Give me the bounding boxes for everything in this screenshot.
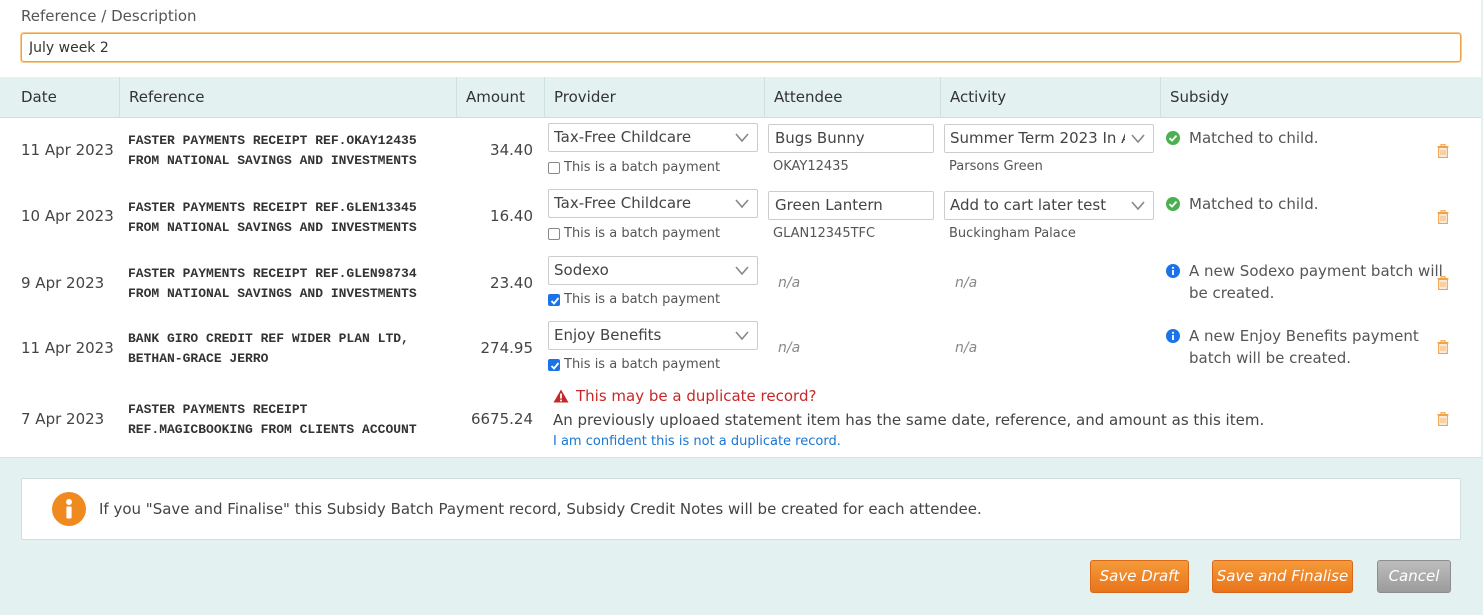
- payments-table-body: 11 Apr 2023 FASTER PAYMENTS RECEIPT REF.…: [0, 118, 1481, 458]
- cancel-button[interactable]: Cancel: [1377, 560, 1451, 593]
- column-header-reference: Reference: [119, 77, 456, 118]
- column-header-amount: Amount: [456, 77, 544, 118]
- column-header-activity: Activity: [940, 77, 1160, 118]
- info-notice-text: If you "Save and Finalise" this Subsidy …: [99, 500, 982, 518]
- row-amount: 6675.24: [470, 410, 533, 428]
- row-date: 7 Apr 2023: [21, 410, 105, 428]
- row-reference: FASTER PAYMENTS RECEIPT REF.MAGICBOOKING…: [128, 400, 417, 440]
- not-duplicate-link[interactable]: I am confident this is not a duplicate r…: [553, 434, 841, 449]
- footer-panel: If you "Save and Finalise" this Subsidy …: [0, 458, 1481, 615]
- trash-icon[interactable]: [1437, 412, 1449, 426]
- reference-section: Reference / Description: [0, 0, 1483, 77]
- reference-line: FASTER PAYMENTS RECEIPT: [128, 402, 308, 417]
- info-circle-icon: [52, 492, 86, 526]
- duplicate-warning-text: This may be a duplicate record?: [576, 387, 817, 405]
- column-header-attendee: Attendee: [764, 77, 940, 118]
- warning-triangle-icon: [553, 389, 569, 403]
- reference-input[interactable]: [21, 33, 1461, 62]
- table-row: 7 Apr 2023 FASTER PAYMENTS RECEIPT REF.M…: [0, 118, 1481, 458]
- table-header: Date Reference Amount Provider Attendee …: [0, 77, 1481, 118]
- duplicate-warning-description: An previously uploaed statement item has…: [553, 411, 1265, 429]
- reference-label: Reference / Description: [21, 7, 197, 25]
- column-header-date: Date: [21, 88, 57, 106]
- reference-line: REF.MAGICBOOKING FROM CLIENTS ACCOUNT: [128, 422, 417, 437]
- save-and-finalise-button[interactable]: Save and Finalise: [1212, 560, 1353, 593]
- save-draft-button[interactable]: Save Draft: [1090, 560, 1189, 593]
- info-notice: If you "Save and Finalise" this Subsidy …: [21, 478, 1461, 540]
- column-header-subsidy: Subsidy: [1160, 77, 1481, 118]
- duplicate-warning-title: This may be a duplicate record?: [553, 387, 816, 405]
- column-header-provider: Provider: [544, 77, 764, 118]
